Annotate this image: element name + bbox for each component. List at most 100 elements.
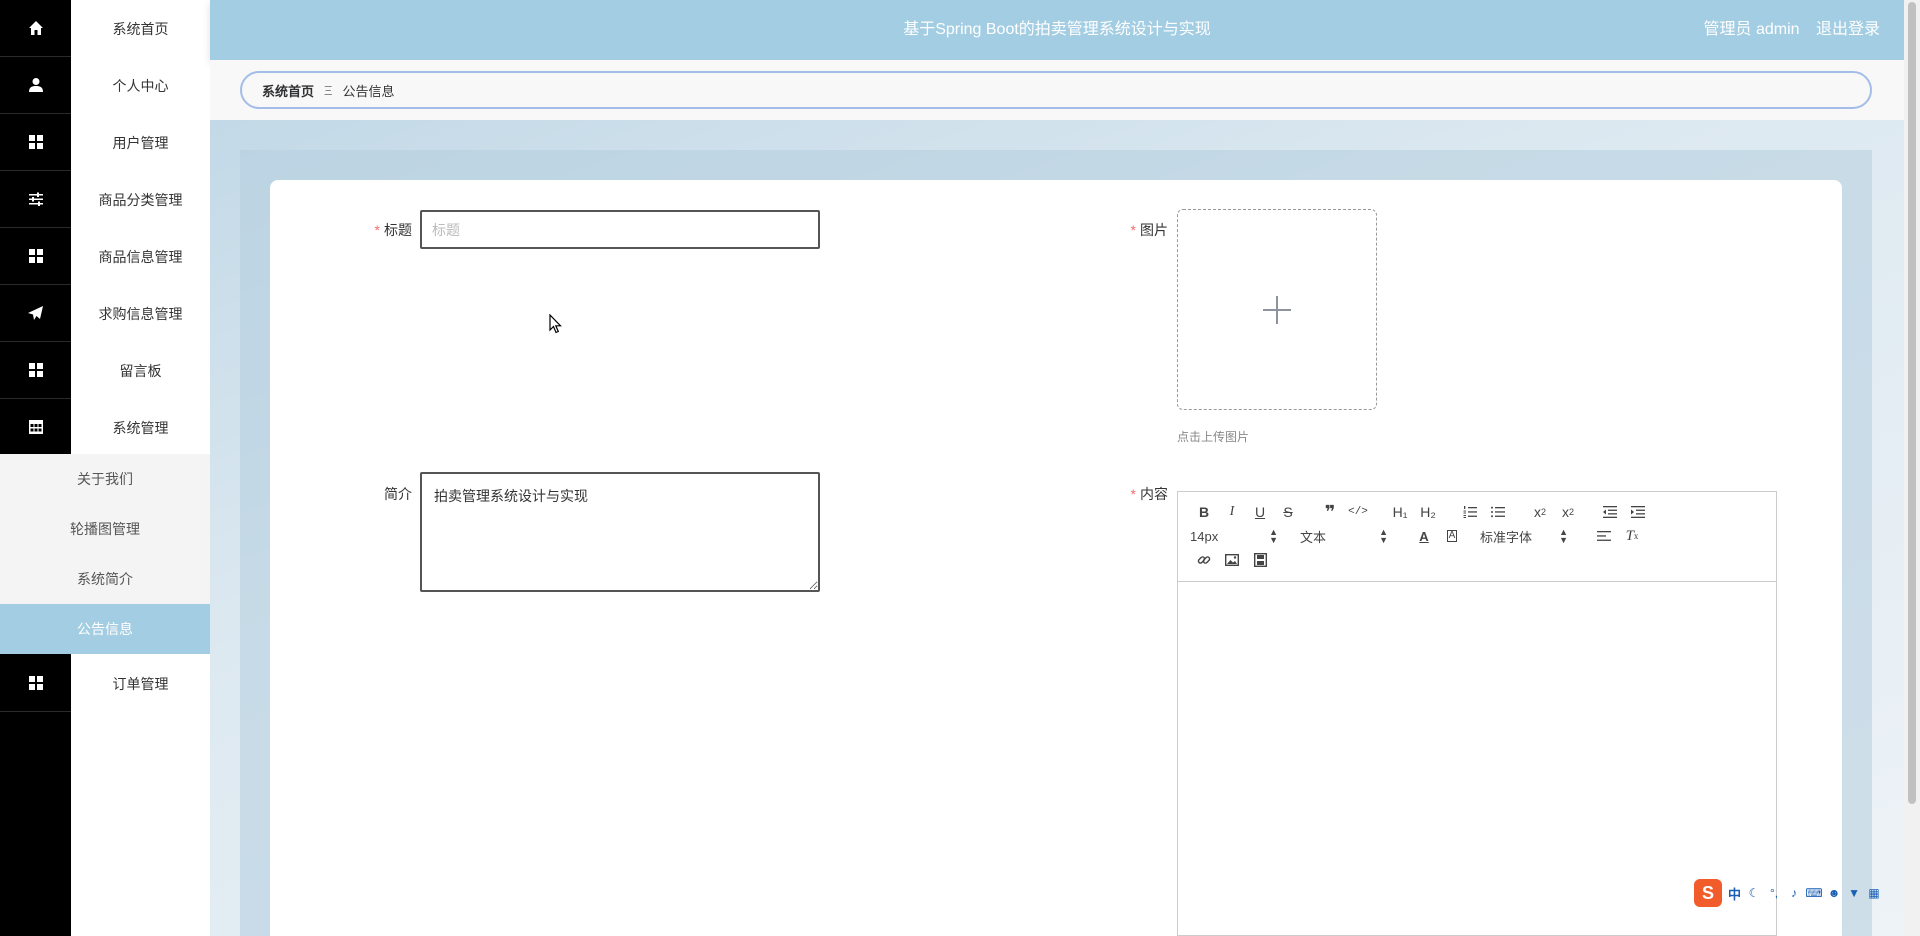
breadcrumb-current: 公告信息	[342, 83, 395, 99]
sliders-icon	[0, 171, 71, 228]
plus-icon	[1263, 295, 1291, 324]
sidebar-item-users[interactable]: 用户管理	[0, 114, 210, 171]
editor-toolbar: B I U S ❞ </> H₁ H₂ x2 x2 14px ▲ ▼ 文本 ▲ …	[1178, 492, 1776, 582]
rich-text-editor: B I U S ❞ </> H₁ H₂ x2 x2 14px ▲ ▼ 文本 ▲ …	[1177, 491, 1777, 936]
home-icon	[0, 0, 71, 57]
bullet-list-icon[interactable]	[1484, 500, 1512, 524]
microphone-icon[interactable]: ♪	[1787, 886, 1801, 900]
grid-icon	[0, 342, 71, 399]
sidebar-item-label: 系统首页	[112, 20, 169, 37]
sidebar-item-home[interactable]: 系统首页	[0, 0, 210, 57]
video-icon[interactable]	[1246, 548, 1274, 572]
italic-icon[interactable]: I	[1218, 500, 1246, 524]
sidebar-item-wanted[interactable]: 求购信息管理	[0, 285, 210, 342]
required-mark: *	[374, 222, 380, 238]
image-label: * 图片	[1120, 220, 1168, 240]
bold-icon[interactable]: B	[1190, 500, 1218, 524]
superscript-icon[interactable]: x2	[1554, 500, 1582, 524]
table-icon	[0, 399, 71, 456]
grid-icon	[0, 114, 71, 171]
ime-toolbar: S 中 ☾ °, ♪ ⌨ ☻ ▼ ▦	[1694, 876, 1904, 910]
header-select-value: 文本	[1300, 529, 1327, 545]
sidebar-item-label: 求购信息管理	[98, 305, 183, 322]
title-label: * 标题	[370, 220, 412, 240]
select-caret-icon: ▲ ▼	[1559, 527, 1568, 545]
header-1-icon[interactable]: H₁	[1386, 500, 1414, 524]
font-size-select[interactable]: 14px ▲ ▼	[1190, 528, 1286, 545]
punctuation-icon[interactable]: °,	[1767, 886, 1781, 900]
align-icon[interactable]	[1590, 524, 1618, 548]
sidebar-subitem-notice[interactable]: 公告信息	[0, 604, 210, 654]
content-label-text: 内容	[1140, 486, 1168, 502]
paper-plane-icon	[0, 285, 71, 342]
scrollbar-thumb[interactable]	[1908, 2, 1916, 804]
strikethrough-icon[interactable]: S	[1274, 500, 1302, 524]
sidebar-item-messages[interactable]: 留言板	[0, 342, 210, 399]
skin-icon[interactable]: ▼	[1847, 886, 1861, 900]
sidebar-subitem-intro[interactable]: 系统简介	[0, 554, 210, 604]
sidebar-subitem-label: 轮播图管理	[70, 521, 140, 537]
breadcrumb-home[interactable]: 系统首页	[262, 81, 314, 100]
grid-icon	[0, 655, 71, 712]
toolbar-row-2: 14px ▲ ▼ 文本 ▲ ▼ A A 标准字体 ▲ ▼ Tx	[1190, 524, 1776, 548]
header-2-icon[interactable]: H₂	[1414, 500, 1442, 524]
ime-mode[interactable]: 中	[1728, 884, 1741, 903]
sidebar-item-label: 用户管理	[112, 134, 169, 151]
sidebar-item-profile[interactable]: 个人中心	[0, 57, 210, 114]
sidebar-subitem-about[interactable]: 关于我们	[0, 454, 210, 504]
required-mark: *	[1130, 222, 1136, 238]
blockquote-icon[interactable]: ❞	[1316, 500, 1344, 524]
code-block-icon[interactable]: </>	[1344, 500, 1372, 524]
toolbar-row-1: B I U S ❞ </> H₁ H₂ x2 x2	[1190, 500, 1776, 524]
sidebar-item-orders[interactable]: 订单管理	[0, 655, 210, 712]
editor-content-area[interactable]	[1178, 582, 1776, 936]
upload-tip: 点击上传图片	[1177, 430, 1250, 444]
subscript-icon[interactable]: x2	[1526, 500, 1554, 524]
intro-label-text: 简介	[384, 486, 412, 502]
moon-icon[interactable]: ☾	[1747, 886, 1761, 900]
link-icon[interactable]	[1190, 548, 1218, 572]
header-select[interactable]: 文本 ▲ ▼	[1300, 527, 1396, 546]
user-icon[interactable]: ☻	[1827, 886, 1841, 900]
outdent-icon[interactable]	[1596, 500, 1624, 524]
font-family-value: 标准字体	[1480, 529, 1533, 545]
clear-format-icon[interactable]: Tx	[1618, 524, 1646, 548]
sidebar-item-label: 个人中心	[112, 77, 169, 94]
sidebar-item-label: 系统管理	[112, 419, 169, 436]
sogou-logo-icon: S	[1694, 879, 1722, 907]
intro-textarea[interactable]: 拍卖管理系统设计与实现	[420, 472, 820, 592]
sidebar-item-system[interactable]: 系统管理	[0, 399, 210, 456]
sidebar-subitem-carousel[interactable]: 轮播图管理	[0, 504, 210, 554]
grid-icon	[0, 228, 71, 285]
indent-icon[interactable]	[1624, 500, 1652, 524]
sidebar-item-label: 商品分类管理	[98, 191, 183, 208]
title-input[interactable]	[420, 210, 820, 249]
user-icon	[0, 57, 71, 114]
select-caret-icon: ▲ ▼	[1379, 527, 1388, 545]
content-label: * 内容	[1120, 484, 1168, 504]
sidebar-item-category[interactable]: 商品分类管理	[0, 171, 210, 228]
font-size-value: 14px	[1190, 528, 1219, 544]
toolbar-row-3	[1190, 548, 1776, 572]
sidebar-subitem-label: 公告信息	[77, 621, 133, 637]
intro-label: 简介	[370, 484, 412, 504]
breadcrumb: 系统首页 Ξ 公告信息	[240, 71, 1872, 109]
ordered-list-icon[interactable]	[1456, 500, 1484, 524]
logout-link[interactable]: 退出登录	[1816, 21, 1880, 38]
required-mark: *	[1130, 486, 1136, 502]
image-upload-button[interactable]	[1177, 209, 1377, 410]
sidebar-item-goods[interactable]: 商品信息管理	[0, 228, 210, 285]
image-label-text: 图片	[1140, 222, 1168, 238]
keyboard-icon[interactable]: ⌨	[1805, 886, 1822, 900]
font-family-select[interactable]: 标准字体 ▲ ▼	[1480, 527, 1576, 546]
background-color-icon[interactable]: A	[1438, 524, 1466, 548]
sidebar-item-label: 商品信息管理	[98, 248, 183, 265]
underline-icon[interactable]: U	[1246, 500, 1274, 524]
font-color-icon[interactable]: A	[1410, 524, 1438, 548]
mouse-cursor-icon	[549, 313, 563, 337]
top-header: 基于Spring Boot的拍卖管理系统设计与实现 管理员 admin 退出登录	[210, 0, 1904, 60]
page-scrollbar[interactable]	[1904, 0, 1920, 936]
breadcrumb-separator-icon: Ξ	[324, 82, 333, 98]
apps-icon[interactable]: ▦	[1867, 886, 1881, 900]
image-icon[interactable]	[1218, 548, 1246, 572]
